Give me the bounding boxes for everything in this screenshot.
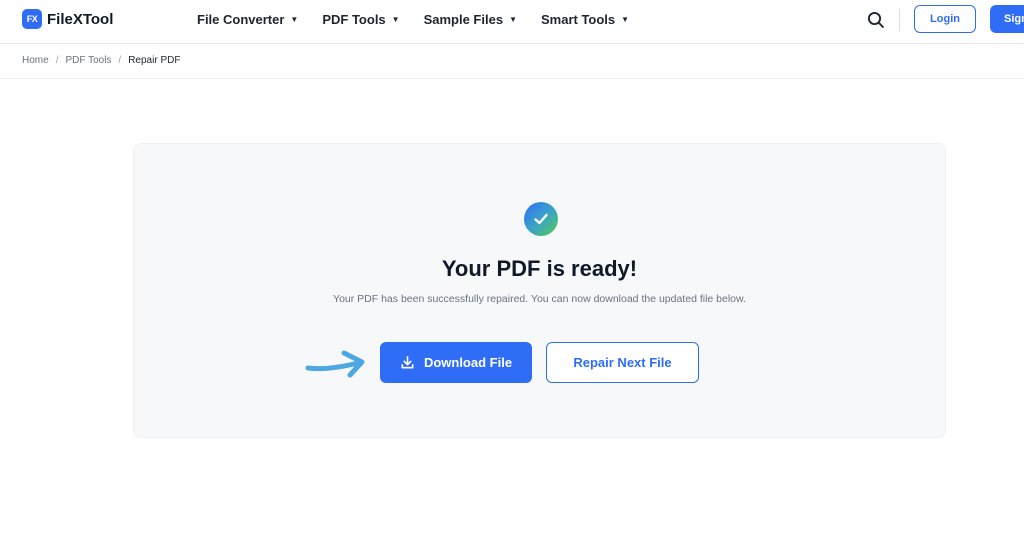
nav-item-pdf-tools[interactable]: PDF Tools ▼ <box>322 12 399 27</box>
breadcrumb-pdf-tools[interactable]: PDF Tools <box>65 55 111 66</box>
nav-item-smart-tools[interactable]: Smart Tools ▼ <box>541 12 629 27</box>
nav-item-file-converter[interactable]: File Converter ▼ <box>197 12 298 27</box>
breadcrumb-home[interactable]: Home <box>22 55 49 66</box>
logo-badge-text: FX <box>26 14 38 24</box>
download-icon <box>401 356 414 369</box>
login-button-label: Login <box>930 13 960 25</box>
main-nav: File Converter ▼ PDF Tools ▼ Sample File… <box>197 12 653 27</box>
breadcrumb-current: Repair PDF <box>128 55 181 66</box>
result-subtitle: Your PDF has been successfully repaired.… <box>333 293 746 305</box>
arrow-right-icon <box>305 350 365 378</box>
nav-item-label: Sample Files <box>423 12 504 27</box>
nav-item-label: File Converter <box>197 12 285 27</box>
download-file-label: Download File <box>423 355 513 370</box>
nav-item-label: PDF Tools <box>322 12 386 27</box>
search-icon[interactable] <box>866 10 886 30</box>
login-button[interactable]: Login <box>914 5 976 33</box>
nav-item-label: Smart Tools <box>540 12 616 27</box>
caret-down-icon: ▼ <box>391 14 400 24</box>
brand-name: FileXTool <box>47 10 114 28</box>
repair-next-file-label: Repair Next File <box>573 355 672 370</box>
caret-down-icon: ▼ <box>621 14 630 24</box>
result-card: Your PDF is ready! Your PDF has been suc… <box>133 143 946 438</box>
page-title: Your PDF is ready! <box>441 256 638 281</box>
breadcrumb-bar: Home / PDF Tools / Repair PDF <box>0 44 1024 79</box>
brand-logo[interactable]: FX FileXTool <box>22 9 113 29</box>
nav-item-sample-files[interactable]: Sample Files ▼ <box>424 12 517 27</box>
caret-down-icon: ▼ <box>290 14 299 24</box>
top-navbar: FX FileXTool File Converter ▼ PDF Tools … <box>0 0 1024 44</box>
nav-divider <box>899 9 900 31</box>
signup-button[interactable]: Sign <box>990 5 1024 33</box>
repair-next-file-button[interactable]: Repair Next File <box>546 342 699 383</box>
breadcrumb-separator: / <box>55 55 59 66</box>
logo-badge-icon: FX <box>22 9 42 29</box>
caret-down-icon: ▼ <box>509 14 517 24</box>
breadcrumb-separator: / <box>118 55 122 66</box>
check-circle-icon <box>524 202 558 236</box>
signup-button-label: Sign <box>1004 13 1024 25</box>
download-file-button[interactable]: Download File <box>380 342 532 383</box>
breadcrumb: Home / PDF Tools / Repair PDF <box>22 55 180 66</box>
